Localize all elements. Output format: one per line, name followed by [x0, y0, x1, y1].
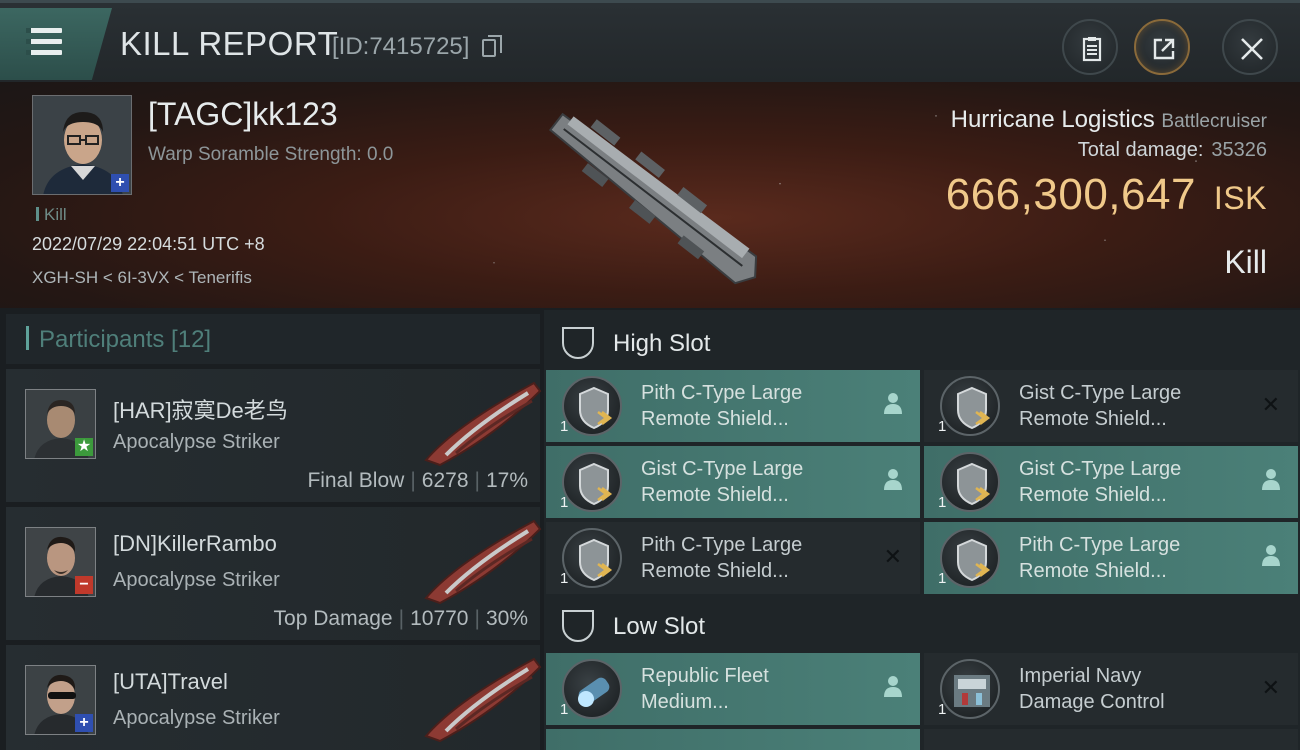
high-slot-icon	[562, 327, 594, 359]
copy-icon[interactable]	[482, 35, 502, 57]
kill-tag: Kill	[36, 205, 67, 225]
participant-ship: Apocalypse Striker	[113, 431, 280, 453]
person-icon	[1262, 544, 1280, 572]
person-icon	[884, 675, 902, 703]
person-icon	[884, 468, 902, 496]
participant-ship-image	[424, 519, 542, 605]
participant-avatar[interactable]: +	[25, 665, 96, 735]
badge-icon: +	[75, 714, 93, 732]
participants-header: Participants [12]	[6, 314, 540, 364]
participant-ship-image	[424, 657, 542, 743]
participant-ship-image	[424, 381, 542, 467]
module-slot[interactable]: 1 Pith C-Type Large Remote Shield... ✕	[546, 522, 920, 594]
kill-location[interactable]: XGH-SH < 6I-3VX < Tenerifis	[32, 268, 252, 288]
participant-name: [DN]KillerRambo	[113, 531, 277, 556]
low-slot-header: Low Slot	[544, 597, 1300, 653]
x-icon: ✕	[1261, 675, 1280, 700]
victim-banner: + [TAGC]kk123 Warp Soramble Strength: 0.…	[0, 82, 1300, 308]
module-slot[interactable]: 1 Gist C-Type Large Remote Shield...	[924, 446, 1298, 518]
participant-stats: Top Damage | 10770 | 30%	[273, 607, 528, 630]
victim-ship-name[interactable]: Hurricane Logistics Battlecruiser	[951, 106, 1267, 134]
victim-ship-class: Battlecruiser	[1161, 111, 1267, 132]
high-slot-header: High Slot	[544, 314, 1300, 370]
hamburger-menu-icon[interactable]	[0, 8, 112, 80]
participant-stats: Final Blow | 6278 | 17%	[307, 469, 528, 492]
victim-badge: +	[111, 174, 129, 192]
warp-scramble-text: Warp Soramble Strength: 0.0	[148, 144, 394, 165]
isk-value: 666,300,647 ISK	[945, 170, 1267, 219]
badge-icon: ★	[75, 438, 93, 456]
badge-icon: −	[75, 576, 93, 594]
participant-row[interactable]: − [DN]KillerRambo Apocalypse Striker Top…	[6, 506, 542, 640]
participant-ship: Apocalypse Striker	[113, 707, 280, 729]
shield-module-icon	[940, 528, 1000, 588]
page-title: KILL REPORT	[120, 25, 339, 62]
total-damage: Total damage: 35326	[1077, 139, 1267, 161]
report-id: [ID:7415725]	[332, 33, 470, 60]
armor-plate-module-icon	[562, 659, 622, 719]
victim-name[interactable]: [TAGC]kk123	[148, 96, 338, 133]
victim-ship-image	[548, 112, 758, 285]
module-slot[interactable]	[546, 729, 920, 750]
top-bar: KILL REPORT [ID:7415725]	[0, 0, 1300, 82]
shield-module-icon	[940, 452, 1000, 512]
module-slot[interactable]: 1 Pith C-Type Large Remote Shield...	[546, 370, 920, 442]
damage-control-module-icon	[940, 659, 1000, 719]
participant-name: [UTA]Travel	[113, 669, 228, 694]
participant-row[interactable]: ★ [HAR]寂寞De老鸟 Apocalypse Striker Final B…	[6, 368, 542, 502]
shield-module-icon	[940, 376, 1000, 436]
x-icon: ✕	[883, 544, 902, 569]
module-slot[interactable]: 1 Imperial Navy Damage Control ✕	[924, 653, 1298, 725]
shield-module-icon	[562, 528, 622, 588]
participant-avatar[interactable]: −	[25, 527, 96, 597]
participant-avatar[interactable]: ★	[25, 389, 96, 459]
person-icon	[884, 392, 902, 420]
module-slot[interactable]	[924, 729, 1298, 750]
module-slot[interactable]: 1 Gist C-Type Large Remote Shield... ✕	[924, 370, 1298, 442]
x-icon: ✕	[1261, 392, 1280, 417]
module-slot[interactable]: 1 Pith C-Type Large Remote Shield...	[924, 522, 1298, 594]
module-slot[interactable]: 1 Republic Fleet Medium...	[546, 653, 920, 725]
result-label: Kill	[1224, 244, 1267, 280]
close-icon	[1241, 38, 1263, 60]
shield-module-icon	[562, 452, 622, 512]
share-button[interactable]	[1134, 19, 1190, 75]
share-icon	[1153, 38, 1175, 60]
victim-avatar[interactable]: +	[32, 95, 132, 195]
low-slot-icon	[562, 610, 594, 642]
close-button[interactable]	[1222, 19, 1278, 75]
participant-ship: Apocalypse Striker	[113, 569, 280, 591]
clipboard-icon	[1082, 37, 1102, 62]
participant-name: [HAR]寂寞De老鸟	[113, 398, 288, 423]
kill-datetime: 2022/07/29 22:04:51 UTC +8	[32, 234, 265, 254]
module-slot[interactable]: 1 Gist C-Type Large Remote Shield...	[546, 446, 920, 518]
shield-module-icon	[562, 376, 622, 436]
person-icon	[1262, 468, 1280, 496]
fitting-panel: High Slot 1 Pith C-Type Large Remote Shi…	[544, 310, 1300, 750]
participant-row[interactable]: + [UTA]Travel Apocalypse Striker	[6, 644, 542, 750]
clipboard-button[interactable]	[1062, 19, 1118, 75]
